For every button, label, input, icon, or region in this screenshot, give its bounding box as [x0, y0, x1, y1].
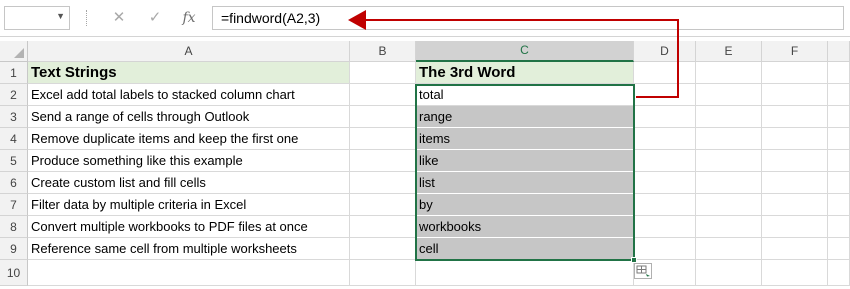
cell-g6[interactable]: [828, 172, 850, 194]
cell-b4[interactable]: [350, 128, 416, 150]
column-header-e[interactable]: E: [696, 41, 762, 62]
cell-c10[interactable]: [416, 260, 634, 286]
cell-f6[interactable]: [762, 172, 828, 194]
chevron-down-icon[interactable]: ▼: [56, 11, 65, 21]
cell-a2[interactable]: Excel add total labels to stacked column…: [28, 84, 350, 106]
cell-g4[interactable]: [828, 128, 850, 150]
cell-b8[interactable]: [350, 216, 416, 238]
cell-e4[interactable]: [696, 128, 762, 150]
formula-text: =findword(A2,3): [221, 10, 321, 26]
cell-a10[interactable]: [28, 260, 350, 286]
cell-c6[interactable]: list: [416, 172, 634, 194]
cell-c3[interactable]: range: [416, 106, 634, 128]
cell-c5[interactable]: like: [416, 150, 634, 172]
cell-f2[interactable]: [762, 84, 828, 106]
cell-b3[interactable]: [350, 106, 416, 128]
cell-b1[interactable]: [350, 62, 416, 84]
cell-e3[interactable]: [696, 106, 762, 128]
name-box[interactable]: ▼: [4, 6, 70, 30]
cell-e2[interactable]: [696, 84, 762, 106]
cell-f7[interactable]: [762, 194, 828, 216]
cell-c4[interactable]: items: [416, 128, 634, 150]
select-all-button[interactable]: [0, 41, 28, 62]
cell-d7[interactable]: [634, 194, 696, 216]
cell-a5[interactable]: Produce something like this example: [28, 150, 350, 172]
cell-f10[interactable]: [762, 260, 828, 286]
cell-c8[interactable]: workbooks: [416, 216, 634, 238]
cell-e9[interactable]: [696, 238, 762, 260]
spreadsheet-grid: A B C D E F 1 Text Strings The 3rd Word 2 Ex…: [0, 41, 850, 289]
row-header-2[interactable]: 2: [0, 84, 28, 106]
cell-a6[interactable]: Create custom list and fill cells: [28, 172, 350, 194]
cell-g9[interactable]: [828, 238, 850, 260]
row-header-6[interactable]: 6: [0, 172, 28, 194]
close-icon[interactable]: ✕: [108, 8, 130, 28]
row-header-7[interactable]: 7: [0, 194, 28, 216]
cell-c2[interactable]: total: [416, 84, 634, 106]
cell-e5[interactable]: [696, 150, 762, 172]
cell-d5[interactable]: [634, 150, 696, 172]
row-header-1[interactable]: 1: [0, 62, 28, 84]
checkmark-icon[interactable]: ✓: [144, 8, 166, 28]
cell-d3[interactable]: [634, 106, 696, 128]
row-header-4[interactable]: 4: [0, 128, 28, 150]
cell-g8[interactable]: [828, 216, 850, 238]
cell-g2[interactable]: [828, 84, 850, 106]
cell-g5[interactable]: [828, 150, 850, 172]
column-header-b[interactable]: B: [350, 41, 416, 62]
cell-g3[interactable]: [828, 106, 850, 128]
cell-f9[interactable]: [762, 238, 828, 260]
cell-a3[interactable]: Send a range of cells through Outlook: [28, 106, 350, 128]
select-all-triangle-icon: [14, 48, 24, 58]
row-header-3[interactable]: 3: [0, 106, 28, 128]
cell-d6[interactable]: [634, 172, 696, 194]
cell-e1[interactable]: [696, 62, 762, 84]
cell-g1[interactable]: [828, 62, 850, 84]
cell-a9[interactable]: Reference same cell from multiple worksh…: [28, 238, 350, 260]
cell-b9[interactable]: [350, 238, 416, 260]
cell-c7[interactable]: by: [416, 194, 634, 216]
fx-icon[interactable]: fx: [178, 8, 200, 28]
cell-d8[interactable]: [634, 216, 696, 238]
formula-bar: ▼ ✕ ✓ fx =findword(A2,3): [0, 0, 850, 37]
cell-f8[interactable]: [762, 216, 828, 238]
cell-e6[interactable]: [696, 172, 762, 194]
cell-f1[interactable]: [762, 62, 828, 84]
cell-c1[interactable]: The 3rd Word: [416, 62, 634, 84]
cell-b2[interactable]: [350, 84, 416, 106]
cell-e8[interactable]: [696, 216, 762, 238]
cell-e7[interactable]: [696, 194, 762, 216]
cell-d1[interactable]: [634, 62, 696, 84]
column-header-next[interactable]: [828, 41, 850, 62]
cell-b7[interactable]: [350, 194, 416, 216]
column-header-c[interactable]: C: [416, 41, 634, 62]
quick-analysis-icon[interactable]: [634, 263, 652, 279]
cell-a8[interactable]: Convert multiple workbooks to PDF files …: [28, 216, 350, 238]
cell-f5[interactable]: [762, 150, 828, 172]
column-header-d[interactable]: D: [634, 41, 696, 62]
cell-f3[interactable]: [762, 106, 828, 128]
cell-g7[interactable]: [828, 194, 850, 216]
row-header-5[interactable]: 5: [0, 150, 28, 172]
cell-b10[interactable]: [350, 260, 416, 286]
cell-f4[interactable]: [762, 128, 828, 150]
cell-g10[interactable]: [828, 260, 850, 286]
column-header-a[interactable]: A: [28, 41, 350, 62]
row-header-8[interactable]: 8: [0, 216, 28, 238]
formula-input[interactable]: =findword(A2,3): [212, 6, 844, 30]
cell-d9[interactable]: [634, 238, 696, 260]
cell-d2[interactable]: [634, 84, 696, 106]
row-header-9[interactable]: 9: [0, 238, 28, 260]
formula-bar-grip: [86, 10, 88, 26]
cell-c9[interactable]: cell: [416, 238, 634, 260]
row-header-10[interactable]: 10: [0, 260, 28, 286]
cell-a1[interactable]: Text Strings: [28, 62, 350, 84]
cell-a4[interactable]: Remove duplicate items and keep the firs…: [28, 128, 350, 150]
column-header-f[interactable]: F: [762, 41, 828, 62]
cell-b5[interactable]: [350, 150, 416, 172]
cell-e10[interactable]: [696, 260, 762, 286]
cell-b6[interactable]: [350, 172, 416, 194]
cell-d4[interactable]: [634, 128, 696, 150]
cell-a7[interactable]: Filter data by multiple criteria in Exce…: [28, 194, 350, 216]
